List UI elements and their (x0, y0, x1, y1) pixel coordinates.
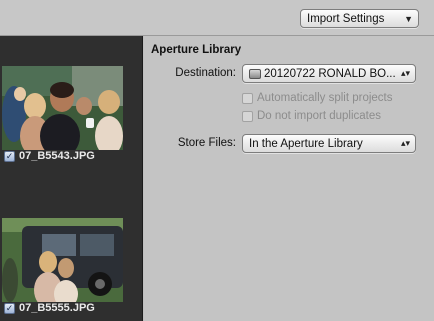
dropdown-arrow-icon: ▼ (404, 13, 413, 24)
destination-value: 20120722 RONALD BO... (264, 67, 396, 80)
import-settings-panel: Aperture Library Destination: 20120722 R… (144, 36, 434, 321)
destination-label: Destination: (175, 67, 236, 79)
photo-browser[interactable]: ✓ 07_B5543.JPG ✓ 07_B5555.JPG (0, 36, 143, 321)
photo-thumbnail[interactable] (2, 66, 123, 150)
drive-icon (249, 68, 261, 79)
import-settings-popup[interactable]: Import Settings ▼ (300, 9, 419, 28)
popup-arrows-icon: ▴▾ (400, 138, 410, 148)
destination-popup[interactable]: 20120722 RONALD BO... ▴▾ (242, 64, 416, 83)
include-checkbox[interactable]: ✓ (4, 302, 15, 314)
store-files-popup[interactable]: In the Aperture Library ▴▾ (242, 134, 416, 153)
auto-split-option[interactable]: Automatically split projects (242, 92, 393, 104)
include-checkbox[interactable]: ✓ (4, 150, 15, 162)
import-settings-label: Import Settings (307, 12, 385, 25)
store-files-value: In the Aperture Library (249, 137, 363, 150)
store-files-label: Store Files: (177, 137, 236, 149)
auto-split-label: Automatically split projects (257, 92, 393, 104)
no-duplicates-label: Do not import duplicates (257, 110, 382, 122)
photo-thumbnail[interactable] (2, 218, 123, 302)
no-duplicates-checkbox[interactable] (242, 110, 253, 122)
photo-caption: ✓ 07_B5543.JPG (4, 150, 95, 162)
photo-image (2, 66, 123, 150)
toolbar: Import Settings ▼ (0, 0, 434, 36)
auto-split-checkbox[interactable] (242, 92, 253, 104)
photo-filename: 07_B5555.JPG (19, 302, 95, 314)
photo-image (2, 218, 123, 302)
popup-arrows-icon: ▴▾ (400, 68, 410, 78)
section-title: Aperture Library (151, 44, 242, 56)
no-duplicates-option[interactable]: Do not import duplicates (242, 110, 381, 122)
photo-caption: ✓ 07_B5555.JPG (4, 302, 95, 314)
photo-filename: 07_B5543.JPG (19, 150, 95, 162)
